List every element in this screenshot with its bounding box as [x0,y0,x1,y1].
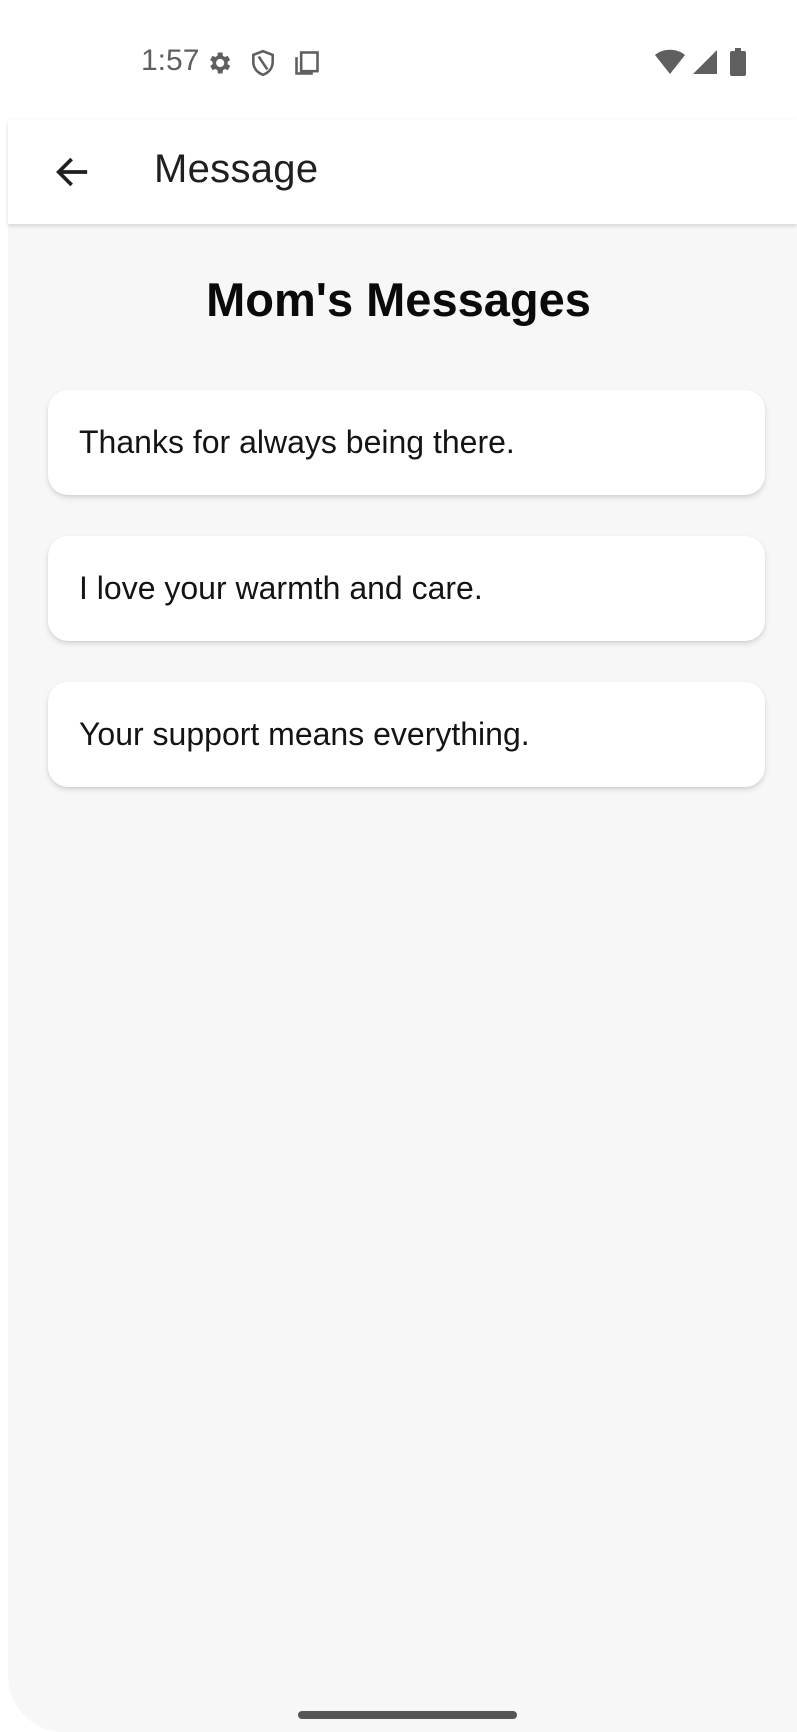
app-bar-title: Message [154,147,319,191]
message-card[interactable]: I love your warmth and care. [48,536,765,641]
status-right-group [654,44,746,80]
battery-icon [730,48,746,76]
message-text: Your support means everything. [79,716,530,752]
message-text: Thanks for always being there. [79,424,515,460]
back-button[interactable] [42,142,102,202]
screenshot-icon [292,48,322,78]
app-bar: Message [8,120,797,224]
message-card[interactable]: Your support means everything. [48,682,765,787]
page-heading: Mom's Messages [206,273,591,326]
phone-screen: 1:57 Message Mom's Messages Thanks for a… [0,0,797,1732]
settings-gear-icon [204,48,234,78]
message-text: I love your warmth and care. [79,570,483,606]
home-indicator[interactable] [298,1711,517,1719]
cell-signal-icon [692,49,718,75]
arrow-left-icon [52,152,92,192]
shield-icon [248,48,278,78]
wifi-icon [654,49,686,75]
message-list: Thanks for always being there. I love yo… [48,390,765,828]
status-time: 1:57 [141,44,200,77]
status-bar: 1:57 [0,0,797,120]
message-card[interactable]: Thanks for always being there. [48,390,765,495]
content-area: Mom's Messages Thanks for always being t… [8,224,797,1732]
